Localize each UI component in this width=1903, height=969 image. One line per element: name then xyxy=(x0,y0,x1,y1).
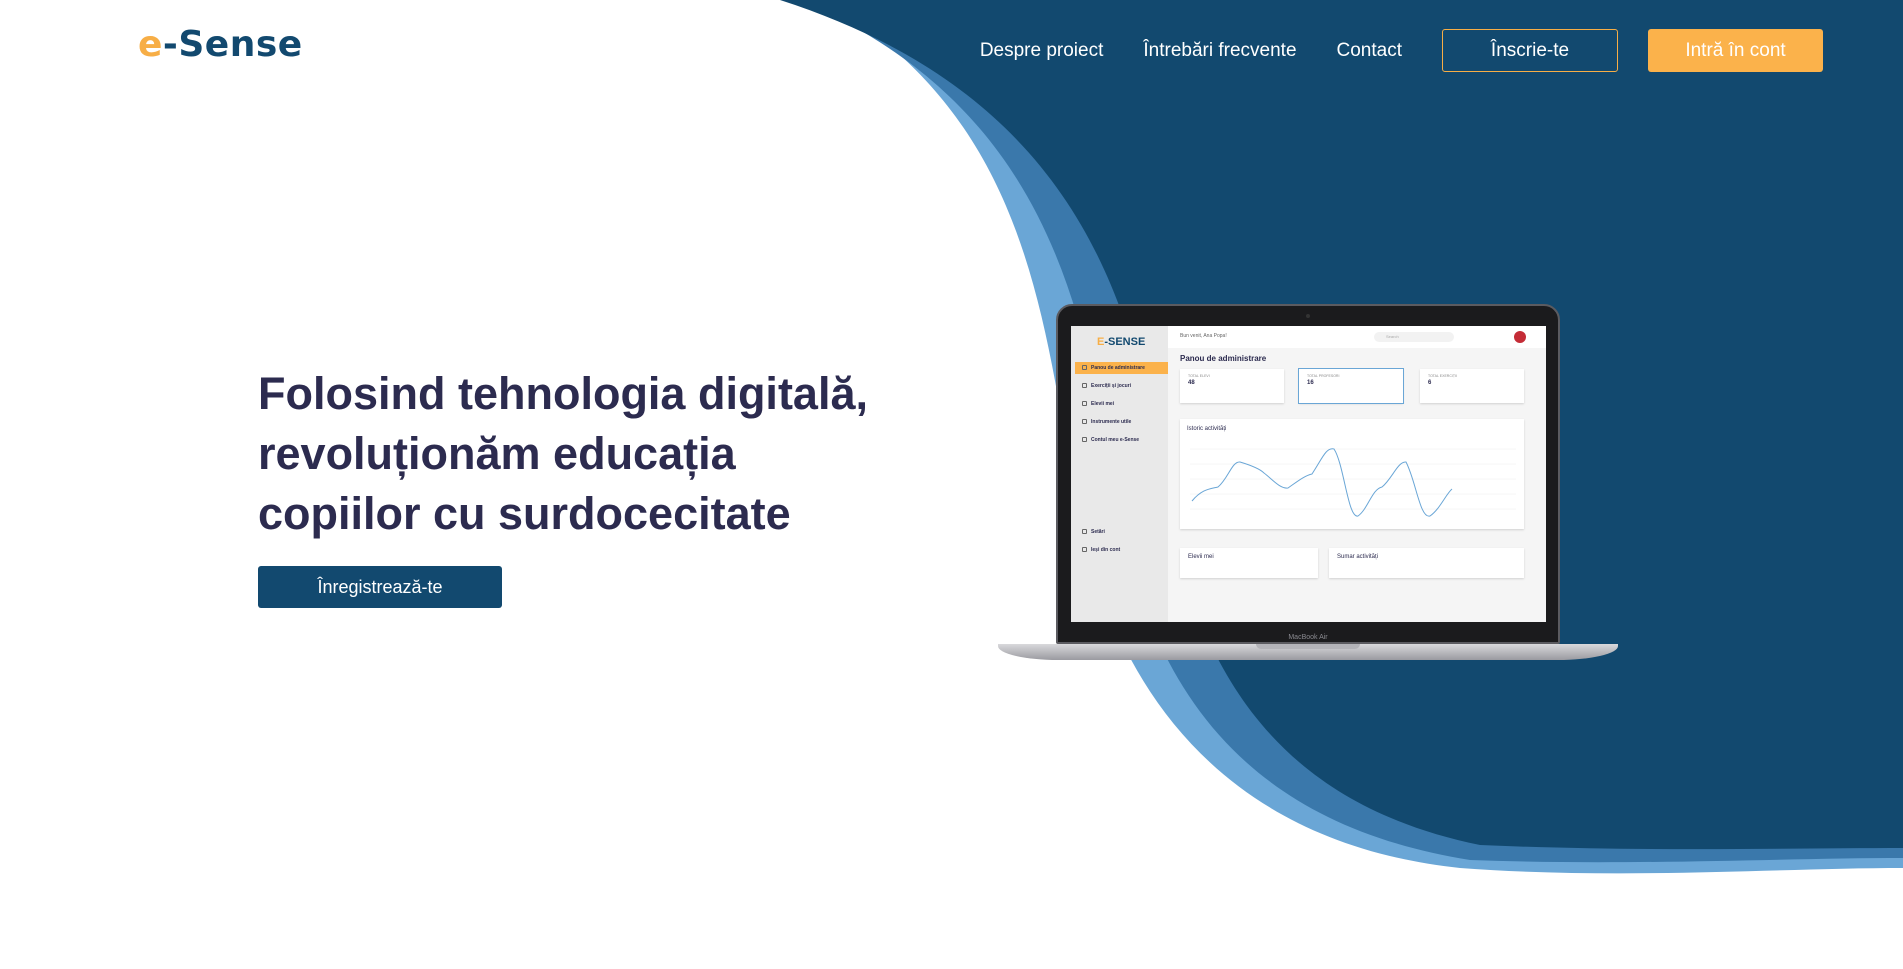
gear-icon xyxy=(1082,529,1087,534)
register-button[interactable]: Înregistrează-te xyxy=(258,566,502,608)
screen-page-title: Panou de administrare xyxy=(1180,354,1267,363)
screen-activity-graph: Istoric activități xyxy=(1180,419,1524,529)
screen-card-exercises: TOTAL EXERCIȚII 6 xyxy=(1420,369,1524,403)
avatar xyxy=(1514,331,1526,343)
hero-title-line-3: copiilor cu surdocecitate xyxy=(258,488,791,539)
nav-link-contact[interactable]: Contact xyxy=(1337,30,1402,72)
screen-card-teachers: TOTAL PROFESORI 16 xyxy=(1298,368,1404,404)
screen-sidebar-label: Instrumente utile xyxy=(1091,419,1132,425)
logo-prefix: e xyxy=(138,24,163,65)
screen-sidebar-item-account: Contul meu e-Sense xyxy=(1075,434,1168,446)
users-icon xyxy=(1082,401,1087,406)
dashboard-icon xyxy=(1082,365,1087,370)
account-icon xyxy=(1082,437,1087,442)
screen-summary-panel: Sumar activități xyxy=(1329,548,1524,578)
screen-sidebar-label: Contul meu e-Sense xyxy=(1091,437,1140,443)
graph-line xyxy=(1190,448,1516,517)
card-label: TOTAL EXERCIȚII xyxy=(1428,374,1457,378)
laptop-notch xyxy=(1256,644,1360,649)
screen-sidebar-label: Elevii mei xyxy=(1091,401,1115,407)
screen-sidebar-label: Ieși din cont xyxy=(1091,547,1121,553)
tools-icon xyxy=(1082,419,1087,424)
puzzle-icon xyxy=(1082,383,1087,388)
hero-title-line-1: Folosind tehnologia digitală, xyxy=(258,368,868,419)
top-navigation: Despre proiect Întrebări frecvente Conta… xyxy=(980,29,1823,72)
screen-sidebar-label: Panou de administrare xyxy=(1091,365,1145,371)
login-button[interactable]: Intră în cont xyxy=(1648,29,1823,72)
screen-sidebar-label: Setări xyxy=(1091,529,1105,535)
screen-sidebar-item-students: Elevii mei xyxy=(1075,398,1168,410)
card-value: 6 xyxy=(1428,380,1432,386)
screen-sidebar-label: Exerciții și jocuri xyxy=(1091,383,1132,389)
card-value: 48 xyxy=(1188,380,1195,386)
camera-icon xyxy=(1306,314,1310,318)
screen-greeting: Bun venit, Ana Popa! xyxy=(1180,333,1227,339)
signup-button[interactable]: Înscrie-te xyxy=(1442,29,1618,72)
card-value: 16 xyxy=(1307,380,1314,386)
screen-card-students: TOTAL ELEVI 48 xyxy=(1180,369,1284,403)
screen-logo: E-SENSE xyxy=(1097,336,1145,348)
screen-search: Search xyxy=(1374,332,1454,342)
screen-logo-text: -SENSE xyxy=(1104,336,1146,348)
screen-students-panel: Elevii mei xyxy=(1180,548,1318,578)
screen-sidebar-item-exercises: Exerciții și jocuri xyxy=(1075,380,1168,392)
screen-topbar: Bun venit, Ana Popa! Search xyxy=(1168,326,1546,348)
screen-sidebar-item-logout: Ieși din cont xyxy=(1075,544,1168,556)
logo-text: -Sense xyxy=(162,24,303,65)
screen-sidebar-item-dashboard: Panou de administrare xyxy=(1075,362,1168,374)
screen-sidebar-item-tools: Instrumente utile xyxy=(1075,416,1168,428)
laptop-brand: MacBook Air xyxy=(1288,634,1328,641)
laptop-lid: E-SENSE Panou de administrare Exerciții … xyxy=(1056,304,1560,644)
brand-logo[interactable]: e-Sense xyxy=(138,24,303,65)
hero-title-line-2: revoluționăm educația xyxy=(258,428,736,479)
card-label: TOTAL PROFESORI xyxy=(1307,374,1340,378)
nav-link-about[interactable]: Despre proiect xyxy=(980,30,1104,72)
logout-icon xyxy=(1082,547,1087,552)
nav-link-faq[interactable]: Întrebări frecvente xyxy=(1143,30,1296,72)
hero-title: Folosind tehnologia digitală, revoluțion… xyxy=(258,364,898,544)
hero-section: Folosind tehnologia digitală, revoluțion… xyxy=(258,364,898,608)
laptop-mockup: E-SENSE Panou de administrare Exerciții … xyxy=(998,304,1618,664)
laptop-screen: E-SENSE Panou de administrare Exerciții … xyxy=(1071,326,1546,622)
screen-sidebar: E-SENSE Panou de administrare Exerciții … xyxy=(1071,326,1168,622)
card-label: TOTAL ELEVI xyxy=(1188,374,1210,378)
screen-sidebar-item-settings: Setări xyxy=(1075,526,1168,538)
